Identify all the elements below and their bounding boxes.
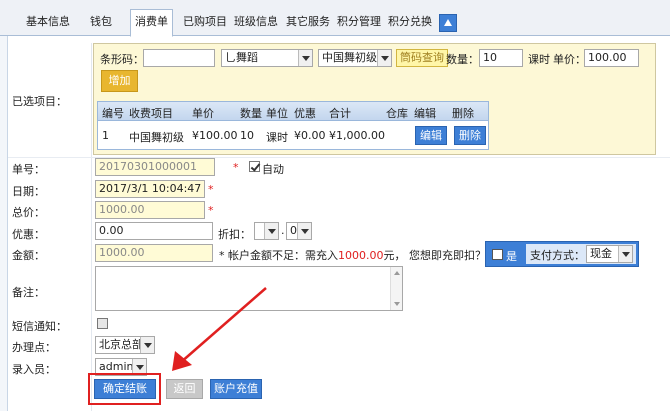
confirm-checkout-button[interactable]: 确定结账: [94, 379, 156, 399]
price-label: 单价：: [553, 53, 586, 66]
rebate-decimal-value: 0: [290, 224, 297, 237]
rebate-label: 折扣：: [218, 228, 251, 241]
tab-points-exchange[interactable]: 积分兑换: [384, 10, 436, 36]
back-button[interactable]: 返回: [166, 379, 203, 399]
edit-row-button[interactable]: 编辑: [415, 126, 447, 145]
tab-bar: 基本信息 钱包 消费单 已购项目 班级信息 其它服务 积分管理 积分兑换: [0, 0, 670, 37]
row-item: 中国舞初级: [129, 131, 184, 144]
col-header-edit: 编辑: [414, 107, 436, 120]
required-mark: *: [233, 161, 239, 174]
tab-points-management[interactable]: 积分管理: [333, 10, 385, 36]
col-header-no: 编号: [102, 107, 124, 120]
consumption-form-window: 基本信息 钱包 消费单 已购项目 班级信息 其它服务 积分管理 积分兑换 已选项…: [0, 0, 670, 411]
warning-amount: 1000.00: [338, 249, 384, 262]
office-select[interactable]: 北京总部: [95, 336, 155, 354]
instant-charge-box: 是 支付方式： 现金: [485, 241, 639, 267]
operator-label: 录入员：: [12, 363, 56, 376]
required-mark: *: [208, 183, 214, 196]
row-no: 1: [102, 129, 109, 142]
barcode-label: 条形码：: [100, 53, 144, 66]
operator-select-value: admin: [99, 360, 134, 373]
label-column-divider: [91, 43, 92, 411]
selected-items-label: 已选项目：: [12, 95, 67, 108]
price-input[interactable]: 100.00: [584, 49, 639, 67]
auto-label: 自动: [262, 163, 284, 176]
warning-prefix: * 帐户金额不足：需充入: [219, 249, 338, 262]
quantity-label: 数量：: [446, 53, 479, 66]
payment-method-value: 现金: [590, 247, 612, 260]
date-input[interactable]: 2017/3/1 10:04:47: [95, 180, 205, 198]
rebate-decimal-select[interactable]: 0: [286, 222, 312, 240]
col-header-price: 单价: [192, 107, 214, 120]
row-unit: 课时: [266, 131, 288, 144]
warning-suffix: 元， 您想即充即扣？: [383, 249, 487, 262]
insufficient-balance-warning: * 帐户金额不足：需充入1000.00元， 您想即充即扣？: [219, 247, 486, 263]
scrollbar[interactable]: [390, 267, 402, 310]
row-total: ¥1,000.00: [329, 129, 385, 142]
barcode-input[interactable]: [143, 49, 215, 67]
account-recharge-button[interactable]: 账户充值: [210, 379, 262, 399]
category-select[interactable]: 乚舞蹈: [221, 49, 313, 67]
annotation-arrow-icon: [172, 287, 267, 371]
selected-items-table: 编号 收费项目 单价 数量 单位 优惠 合计 仓库 编辑 删除 1 中国舞初级 …: [97, 101, 489, 150]
order-no-label: 单号：: [12, 163, 45, 176]
total-price-label: 总价：: [12, 206, 45, 219]
amount-label: 金额：: [12, 249, 45, 262]
sms-notify-label: 短信通知：: [12, 320, 67, 333]
left-border: [0, 36, 8, 411]
course-select-value: 中国舞初级: [322, 51, 377, 64]
tab-class-info[interactable]: 班级信息: [230, 10, 282, 36]
col-header-total: 合计: [329, 107, 351, 120]
col-header-qty: 数量: [240, 107, 262, 120]
unit-label: 课时: [528, 53, 550, 66]
payment-method-area: 支付方式： 现金: [526, 244, 636, 264]
office-select-value: 北京总部: [99, 338, 143, 351]
payment-method-label: 支付方式：: [530, 249, 585, 262]
tab-consumption-order[interactable]: 消费单: [130, 9, 173, 37]
quantity-input[interactable]: 10: [479, 49, 523, 67]
col-header-delete: 删除: [452, 107, 474, 120]
col-header-unit: 单位: [266, 107, 288, 120]
remark-label: 备注：: [12, 286, 45, 299]
collapse-up-icon[interactable]: [439, 14, 457, 32]
required-mark: *: [208, 204, 214, 217]
course-select[interactable]: 中国舞初级: [318, 49, 392, 67]
code-query-button[interactable]: 筒码查询: [396, 49, 448, 67]
chevron-down-icon: [264, 223, 278, 239]
delete-row-button[interactable]: 删除: [454, 126, 486, 145]
row-qty: 10: [240, 129, 254, 142]
row-price: ¥100.00: [192, 129, 238, 142]
chevron-down-icon: [618, 246, 632, 262]
chevron-down-icon: [297, 223, 311, 239]
yes-label: 是: [506, 250, 517, 263]
discount-label: 优惠：: [12, 228, 45, 241]
tab-wallet[interactable]: 钱包: [86, 10, 116, 36]
instant-charge-checkbox[interactable]: [492, 249, 503, 260]
office-label: 办理点：: [12, 341, 56, 354]
rebate-dot: .: [281, 224, 285, 237]
date-label: 日期：: [12, 185, 45, 198]
add-item-button[interactable]: 增加: [101, 70, 138, 92]
total-price-input[interactable]: 1000.00: [95, 201, 205, 219]
sms-notify-checkbox[interactable]: [97, 318, 108, 329]
discount-input[interactable]: 0.00: [95, 222, 213, 240]
col-header-warehouse: 仓库: [386, 107, 408, 120]
col-header-item: 收费项目: [129, 107, 173, 120]
payment-method-select[interactable]: 现金: [586, 245, 633, 263]
tab-purchased-items[interactable]: 已购项目: [179, 10, 231, 36]
tab-basic-info[interactable]: 基本信息: [22, 10, 74, 36]
category-select-value: 乚舞蹈: [225, 51, 258, 64]
amount-input[interactable]: 1000.00: [95, 244, 213, 262]
chevron-down-icon: [377, 50, 391, 66]
order-no-input[interactable]: 20170301000001: [95, 158, 215, 176]
col-header-discount: 优惠: [294, 107, 316, 120]
chevron-down-icon: [298, 50, 312, 66]
rebate-whole-select[interactable]: [254, 222, 279, 240]
tab-other-services[interactable]: 其它服务: [282, 10, 334, 36]
auto-checkbox[interactable]: [249, 161, 260, 172]
row-discount: ¥0.00: [294, 129, 326, 142]
